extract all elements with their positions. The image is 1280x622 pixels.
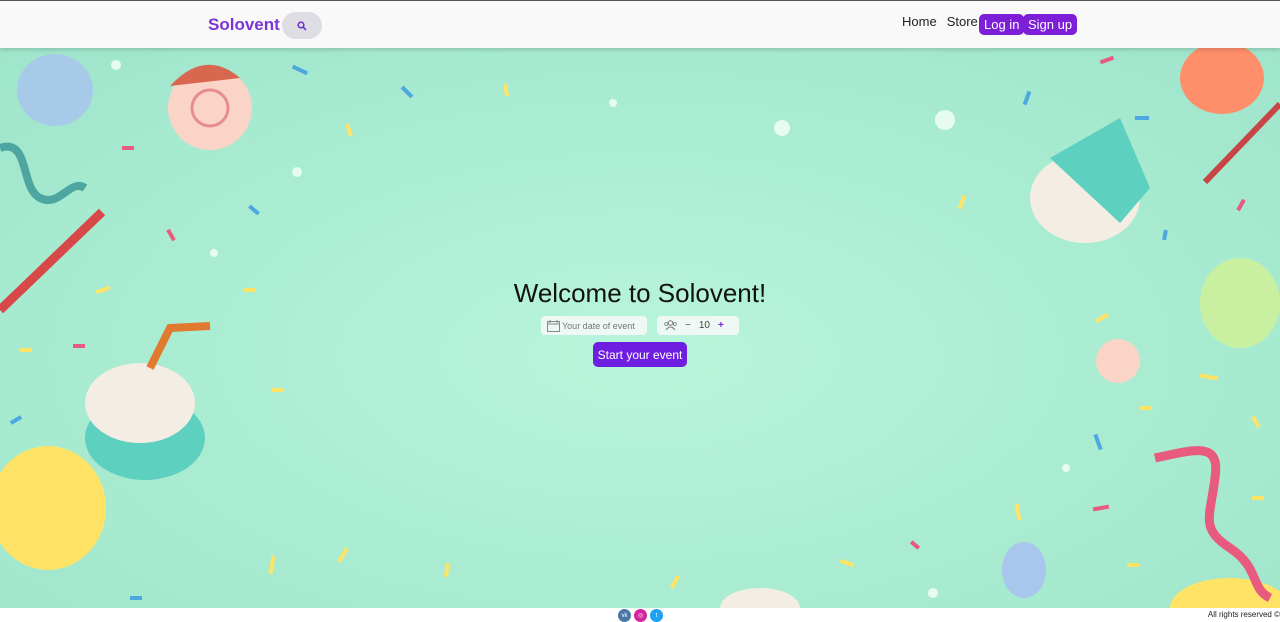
event-date-input[interactable]: [562, 320, 646, 331]
hero-section: Welcome to Solovent! − 10 + Start your e…: [0, 48, 1280, 608]
signup-button[interactable]: Sign up: [1023, 14, 1078, 35]
nav-store-link[interactable]: Store: [947, 14, 978, 29]
vk-icon[interactable]: vk: [618, 609, 631, 622]
start-event-button[interactable]: Start your event: [593, 342, 687, 367]
login-button[interactable]: Log in: [979, 14, 1025, 35]
social-links: vk ◎ t: [618, 609, 663, 622]
search-icon: [297, 20, 307, 31]
guest-decrement-button[interactable]: −: [685, 320, 691, 331]
event-date-field[interactable]: [541, 316, 647, 335]
guest-increment-button[interactable]: +: [718, 320, 724, 331]
search-button[interactable]: [282, 12, 322, 39]
hero-title: Welcome to Solovent!: [513, 278, 767, 308]
twitter-icon[interactable]: t: [650, 609, 663, 622]
copyright-text: All rights reserved ©: [1207, 610, 1280, 619]
instagram-icon[interactable]: ◎: [634, 609, 647, 622]
brand-logo[interactable]: Solovent: [208, 15, 280, 35]
guest-count-stepper: − 10 +: [657, 316, 739, 335]
footer: vk ◎ t All rights reserved ©: [0, 608, 1280, 622]
navbar: Solovent Home Store Log in Sign up: [0, 0, 1280, 48]
nav-home-link[interactable]: Home: [902, 14, 937, 29]
people-icon: [664, 320, 677, 331]
guest-count-value: 10: [698, 320, 710, 331]
nav-links: Home Store: [902, 14, 978, 29]
calendar-icon: [547, 319, 560, 332]
